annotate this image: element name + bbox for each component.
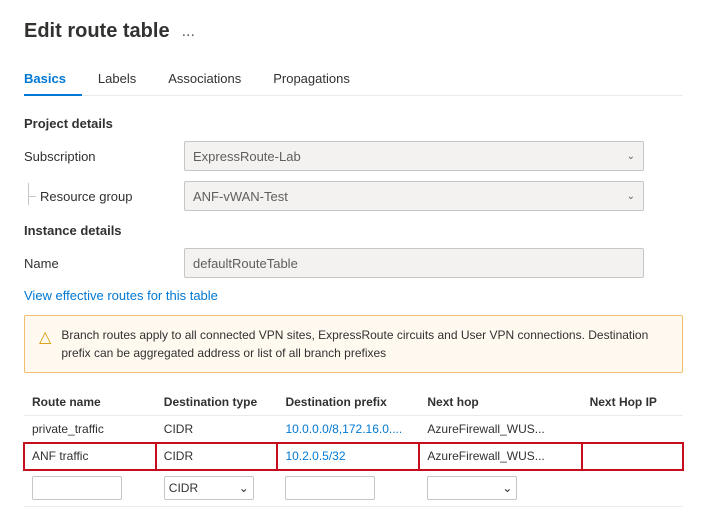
subscription-row: Subscription ExpressRoute-Lab ⌄ [24,141,683,171]
view-effective-routes-link[interactable]: View effective routes for this table [24,288,218,303]
table-new-row: CIDR ⌄ ⌄ [24,470,683,507]
table-row: private_traffic CIDR 10.0.0.0/8,172.16.0… [24,416,683,443]
cell-route-name-2: ANF traffic [24,443,156,470]
new-dest-type-value: CIDR [169,481,198,495]
resource-group-label: Resource group [24,189,184,204]
new-next-hop-cell: ⌄ [419,470,581,507]
warning-banner: △ Branch routes apply to all connected V… [24,315,683,373]
subscription-dropdown-arrow: ⌄ [627,151,635,162]
cell-dest-prefix-2[interactable]: 10.2.0.5/32 [277,443,419,470]
ellipsis-menu-button[interactable]: ... [178,21,199,43]
table-header-row: Route name Destination type Destination … [24,389,683,416]
new-next-hop-ip-cell [582,470,683,507]
new-next-hop-dropdown[interactable]: ⌄ [427,476,517,500]
new-dest-type-dropdown[interactable]: CIDR ⌄ [164,476,254,500]
tab-basics[interactable]: Basics [24,63,82,96]
cell-next-hop-ip-1 [582,416,683,443]
resource-group-row: Resource group ANF-vWAN-Test ⌄ [24,181,683,211]
subscription-value: ExpressRoute-Lab [193,149,301,164]
table-row-highlighted: ANF traffic CIDR 10.2.0.5/32 AzureFirewa… [24,443,683,470]
col-header-next-hop: Next hop [419,389,581,416]
new-next-hop-arrow: ⌄ [502,481,512,495]
instance-details-label: Instance details [24,223,683,238]
new-dest-prefix-input[interactable] [285,476,375,500]
name-value: defaultRouteTable [193,256,298,271]
tab-labels[interactable]: Labels [98,63,152,96]
cell-route-name-1: private_traffic [24,416,156,443]
cell-dest-type-1: CIDR [156,416,278,443]
name-row: Name defaultRouteTable [24,248,683,278]
cell-dest-prefix-1[interactable]: 10.0.0.0/8,172.16.0.... [277,416,419,443]
new-dest-type-cell: CIDR ⌄ [156,470,278,507]
tabs-row: Basics Labels Associations Propagations [24,63,683,96]
page-title: Edit route table [24,20,170,43]
resource-group-dropdown-arrow: ⌄ [627,191,635,202]
cell-next-hop-1: AzureFirewall_WUS... [419,416,581,443]
subscription-label: Subscription [24,149,184,164]
new-dest-type-arrow: ⌄ [239,481,249,495]
col-header-dest-type: Destination type [156,389,278,416]
resource-group-dropdown[interactable]: ANF-vWAN-Test ⌄ [184,181,644,211]
warning-icon: △ [39,327,51,347]
cell-next-hop-2: AzureFirewall_WUS... [419,443,581,470]
col-header-route-name: Route name [24,389,156,416]
new-route-name-input[interactable] [32,476,122,500]
new-route-name-cell [24,470,156,507]
col-header-next-hop-ip: Next Hop IP [582,389,683,416]
cell-dest-type-2: CIDR [156,443,278,470]
col-header-dest-prefix: Destination prefix [277,389,419,416]
cell-next-hop-ip-2 [582,443,683,470]
resource-group-value: ANF-vWAN-Test [193,189,288,204]
subscription-dropdown[interactable]: ExpressRoute-Lab ⌄ [184,141,644,171]
warning-text: Branch routes apply to all connected VPN… [61,326,668,362]
project-details-label: Project details [24,116,683,131]
name-field: defaultRouteTable [184,248,644,278]
tab-associations[interactable]: Associations [168,63,257,96]
tab-propagations[interactable]: Propagations [273,63,366,96]
new-dest-prefix-cell [277,470,419,507]
name-label: Name [24,256,184,271]
routes-table: Route name Destination type Destination … [24,389,683,507]
